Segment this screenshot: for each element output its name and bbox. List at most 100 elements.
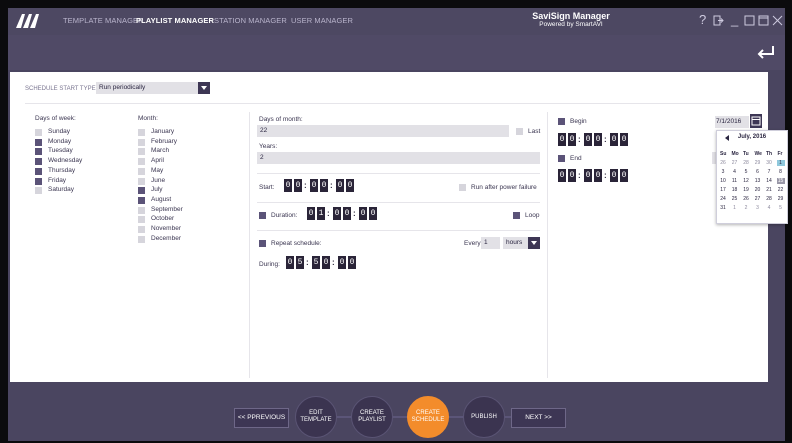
repeat-unit-select[interactable]: hours <box>503 237 540 249</box>
calendar-day[interactable]: 1 <box>776 160 785 166</box>
minimize-icon[interactable]: _ <box>731 13 738 27</box>
calendar-day[interactable]: 5 <box>777 205 785 211</box>
every-input[interactable]: 1 <box>481 237 500 249</box>
schedule-start-type-select[interactable]: Run periodically <box>96 82 210 94</box>
calendar-day[interactable]: 27 <box>754 196 762 202</box>
day-of-week-checkbox[interactable] <box>35 158 42 166</box>
time-digit: 0 <box>610 133 618 146</box>
time-digit: 0 <box>310 179 318 192</box>
month-checkbox[interactable] <box>138 196 145 204</box>
maximize-icon[interactable] <box>758 15 769 26</box>
calendar-day[interactable]: 29 <box>777 196 785 202</box>
month-checkbox[interactable] <box>138 148 145 156</box>
calendar-day[interactable]: 26 <box>742 196 750 202</box>
previous-button[interactable]: << PPREVIOUS <box>234 408 289 428</box>
month-label: October <box>151 215 175 223</box>
time-digit: 0 <box>558 169 566 182</box>
calendar-day[interactable]: 13 <box>754 178 762 184</box>
month-label: September <box>151 205 183 213</box>
help-icon[interactable]: ? <box>699 13 706 27</box>
day-of-week-checkbox[interactable] <box>35 177 42 185</box>
calendar-day[interactable]: 8 <box>777 169 785 175</box>
time-separator: : <box>332 258 335 267</box>
calendar-day[interactable]: 27 <box>731 160 739 166</box>
last-checkbox[interactable] <box>516 128 523 135</box>
calendar-day[interactable]: 3 <box>754 205 762 211</box>
calendar-icon[interactable] <box>750 114 762 128</box>
tab-template-manager[interactable]: TEMPLATE MANAGER <box>63 16 144 25</box>
calendar-day[interactable]: 17 <box>719 187 727 193</box>
time-separator: : <box>578 171 581 180</box>
chevron-down-icon[interactable] <box>198 82 210 94</box>
calendar-day[interactable]: 4 <box>731 169 739 175</box>
month-checkbox[interactable] <box>138 235 145 243</box>
calendar-day[interactable]: 26 <box>719 160 727 166</box>
days-of-month-input[interactable]: 22 <box>257 125 509 137</box>
tab-station-manager[interactable]: STATION MANAGER <box>214 16 287 25</box>
time-separator: : <box>304 181 307 190</box>
calendar-day[interactable]: 12 <box>742 178 750 184</box>
day-of-week-checkbox[interactable] <box>35 138 42 146</box>
month-checkbox[interactable] <box>138 177 145 185</box>
day-of-week-checkbox[interactable] <box>35 148 42 156</box>
calendar-day[interactable]: 22 <box>777 187 785 193</box>
calendar-day[interactable]: 5 <box>742 169 750 175</box>
month-checkbox[interactable] <box>138 206 145 214</box>
month-label: April <box>151 157 165 165</box>
calendar-day[interactable]: 24 <box>719 196 727 202</box>
calendar-day[interactable]: 19 <box>742 187 750 193</box>
step-create-playlist[interactable]: CREATE PLAYLIST <box>351 396 393 438</box>
calendar-day[interactable]: 15 <box>776 178 785 184</box>
month-checkbox[interactable] <box>138 226 145 233</box>
calendar-day[interactable]: 4 <box>765 205 773 211</box>
day-of-week-checkbox[interactable] <box>35 129 42 136</box>
step-create-schedule[interactable]: CREATE SCHEDULE <box>407 396 449 438</box>
calendar-day[interactable]: 28 <box>765 196 773 202</box>
calendar-day[interactable]: 10 <box>719 178 727 184</box>
begin-date-input[interactable]: 7/1/2016 <box>715 116 749 128</box>
calendar-day[interactable]: 18 <box>731 187 739 193</box>
tab-user-manager[interactable]: USER MANAGER <box>291 16 353 25</box>
restore-icon[interactable] <box>744 15 755 26</box>
repeat-schedule-checkbox[interactable] <box>259 240 266 247</box>
month-checkbox[interactable] <box>138 187 145 195</box>
years-label: Years: <box>259 143 278 150</box>
calendar-day[interactable]: 11 <box>731 178 739 184</box>
logout-icon[interactable] <box>713 15 724 26</box>
duration-checkbox[interactable] <box>259 212 266 219</box>
calendar-day[interactable]: 30 <box>765 160 773 166</box>
step-publish[interactable]: PUBLISH <box>463 396 505 438</box>
calendar-day[interactable]: 21 <box>765 187 773 193</box>
calendar-day[interactable]: 3 <box>719 169 727 175</box>
close-icon[interactable] <box>772 15 783 26</box>
calendar-weekday: Su <box>720 151 727 157</box>
month-checkbox[interactable] <box>138 129 145 136</box>
month-checkbox[interactable] <box>138 138 145 146</box>
day-of-week-checkbox[interactable] <box>35 187 42 195</box>
step-edit-template[interactable]: EDIT TEMPLATE <box>295 396 337 438</box>
month-checkbox[interactable] <box>138 167 145 175</box>
month-checkbox[interactable] <box>138 216 145 224</box>
calendar-day[interactable]: 25 <box>731 196 739 202</box>
calendar-day[interactable]: 7 <box>765 169 773 175</box>
calendar-day[interactable]: 28 <box>742 160 750 166</box>
time-separator: : <box>327 209 330 218</box>
day-of-week-checkbox[interactable] <box>35 167 42 175</box>
years-input[interactable]: 2 <box>257 152 540 164</box>
power-failure-checkbox[interactable] <box>459 184 466 191</box>
calendar-day[interactable]: 14 <box>765 178 773 184</box>
end-checkbox[interactable] <box>558 155 565 162</box>
loop-checkbox[interactable] <box>513 212 520 219</box>
calendar-day[interactable]: 2 <box>742 205 750 211</box>
back-arrow-icon[interactable] <box>755 42 777 62</box>
next-button[interactable]: NEXT >> <box>511 408 566 428</box>
begin-checkbox[interactable] <box>558 118 565 125</box>
calendar-day[interactable]: 31 <box>719 205 727 211</box>
calendar-day[interactable]: 6 <box>754 169 762 175</box>
chevron-down-icon[interactable] <box>528 237 540 249</box>
month-checkbox[interactable] <box>138 158 145 166</box>
calendar-day[interactable]: 1 <box>731 205 739 211</box>
tab-playlist-manager[interactable]: PLAYLIST MANAGER <box>136 16 214 25</box>
calendar-day[interactable]: 29 <box>754 160 762 166</box>
calendar-day[interactable]: 20 <box>754 187 762 193</box>
